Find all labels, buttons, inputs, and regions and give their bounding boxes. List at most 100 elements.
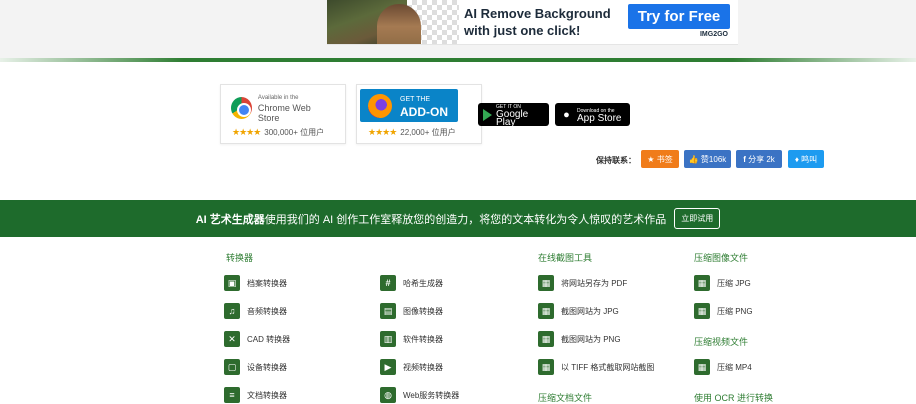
link-label: CAD 转换器 — [247, 334, 291, 344]
link-label: 将网站另存为 PDF — [561, 278, 628, 288]
chrome-rating: ★★★★ 300,000+ 位用户 — [232, 127, 324, 138]
file-icon: ▦ — [694, 359, 710, 375]
firefox-addon-card[interactable]: GET THE ADD-ON ★★★★ 22,000+ 位用户 — [356, 84, 482, 144]
firefox-user-count: 22,000+ 位用户 — [400, 128, 456, 137]
twitter-label: 鸣叫 — [801, 154, 818, 164]
music-icon: ♫ — [224, 303, 240, 319]
section-title-converters: 转换器 — [226, 253, 254, 263]
link-image-converter[interactable]: ▤ 图像转换器 — [380, 303, 443, 319]
link-label: 图像转换器 — [403, 306, 443, 316]
like-button[interactable]: 👍 赞106k — [684, 150, 731, 168]
app-store-name: App Store — [577, 112, 622, 124]
link-website-to-tiff[interactable]: ▦ 以 TIFF 格式截取网站截图 — [538, 359, 654, 375]
firefox-icon — [368, 93, 392, 118]
link-software-converter[interactable]: ▥ 软件转换器 — [380, 331, 443, 347]
twitter-button[interactable]: ♦ 鸣叫 — [788, 150, 824, 168]
cad-icon: ✕ — [224, 331, 240, 347]
image-icon: ▤ — [380, 303, 396, 319]
globe-icon: ◍ — [380, 387, 396, 403]
promo-text: 使用我们的 AI 创作工作室释放您的创造力，将您的文本转化为令人惊叹的艺术作品 — [264, 213, 667, 226]
link-document-converter[interactable]: ≡ 文档转换器 — [224, 387, 287, 403]
link-audio-converter[interactable]: ♫ 音频转换器 — [224, 303, 287, 319]
link-cad-converter[interactable]: ✕ CAD 转换器 — [224, 331, 290, 347]
apple-icon: ● — [563, 108, 570, 121]
ai-art-promo-bar: AI 艺术生成器 使用我们的 AI 创作工作室释放您的创造力，将您的文本转化为令人… — [0, 200, 916, 237]
star-icon: ★ — [647, 154, 655, 164]
file-icon: ▦ — [694, 303, 710, 319]
chrome-badge-name: Chrome Web Store — [257, 103, 311, 123]
facebook-share-label: 分享 2k — [748, 154, 775, 164]
link-label: 文档转换器 — [247, 390, 287, 400]
google-play-badge[interactable]: GET IT ON Google Play — [478, 103, 549, 128]
firefox-rating: ★★★★ 22,000+ 位用户 — [368, 127, 456, 138]
link-label: 哈希生成器 — [403, 278, 443, 288]
link-device-converter[interactable]: ▢ 设备转换器 — [224, 359, 287, 375]
section-title-compress-videos: 压缩视频文件 — [694, 337, 749, 347]
link-compress-png[interactable]: ▦ 压缩 PNG — [694, 303, 753, 319]
link-label: 以 TIFF 格式截取网站截图 — [561, 362, 655, 372]
link-label: 压缩 JPG — [717, 278, 751, 288]
link-video-converter[interactable]: ▶ 视频转换器 — [380, 359, 443, 375]
google-play-name: Google Play — [496, 108, 529, 128]
chrome-badge-small: Available in the — [257, 95, 299, 101]
link-label: 截图网站为 JPG — [561, 306, 619, 316]
section-title-screenshot-tools: 在线截图工具 — [538, 253, 593, 263]
link-label: 音频转换器 — [247, 306, 287, 316]
like-label: 赞106k — [700, 154, 727, 164]
divider — [0, 58, 916, 62]
section-title-ocr: 使用 OCR 进行转换 — [694, 393, 774, 403]
link-label: 视频转换器 — [403, 362, 443, 372]
archive-icon: ▣ — [224, 275, 240, 291]
link-label: 档案转换器 — [247, 278, 287, 288]
star-rating-icon: ★★★★ — [232, 127, 261, 137]
section-title-compress-documents: 压缩文档文件 — [538, 393, 593, 403]
ad-try-free-button[interactable]: Try for Free — [628, 4, 730, 29]
link-label: 截图网站为 PNG — [561, 334, 621, 344]
ad-headline: AI Remove Background with just one click… — [464, 6, 611, 38]
link-compress-mp4[interactable]: ▦ 压缩 MP4 — [694, 359, 752, 375]
twitter-icon: ♦ — [794, 154, 799, 164]
file-icon: ▦ — [538, 275, 554, 291]
chrome-icon — [231, 97, 252, 119]
file-icon: ▦ — [538, 303, 554, 319]
facebook-share-button[interactable]: f 分享 2k — [736, 150, 782, 168]
link-hash-generator[interactable]: # 哈希生成器 — [380, 275, 443, 291]
link-website-to-png[interactable]: ▦ 截图网站为 PNG — [538, 331, 621, 347]
app-store-badge[interactable]: ● Download on the App Store — [555, 103, 630, 126]
link-label: 设备转换器 — [247, 362, 287, 372]
thumbs-up-icon: 👍 — [688, 154, 699, 164]
video-icon: ▶ — [380, 359, 396, 375]
ad-image — [327, 0, 459, 44]
link-compress-jpg[interactable]: ▦ 压缩 JPG — [694, 275, 751, 291]
file-icon: ▦ — [694, 275, 710, 291]
file-icon: ▦ — [538, 331, 554, 347]
ad-logo: IMG2GO — [699, 31, 728, 38]
chrome-store-card[interactable]: Available in the Chrome Web Store ★★★★ 30… — [220, 84, 346, 144]
section-title-compress-images: 压缩图像文件 — [694, 253, 749, 263]
firefox-badge-small: GET THE — [400, 95, 431, 103]
link-label: Web服务转换器 — [403, 390, 460, 400]
link-web-service-converter[interactable]: ◍ Web服务转换器 — [380, 387, 459, 403]
star-rating-icon: ★★★★ — [368, 127, 397, 137]
link-archive-converter[interactable]: ▣ 档案转换器 — [224, 275, 287, 291]
facebook-icon: f — [743, 154, 746, 164]
link-website-to-pdf[interactable]: ▦ 将网站另存为 PDF — [538, 275, 627, 291]
firefox-badge-name: ADD-ON — [400, 104, 448, 119]
device-icon: ▢ — [224, 359, 240, 375]
try-now-button[interactable]: 立即试用 — [674, 208, 721, 229]
bookmark-label: 书签 — [656, 154, 673, 164]
google-play-icon — [483, 108, 492, 121]
document-icon: ≡ — [224, 387, 240, 403]
link-label: 压缩 PNG — [717, 306, 753, 316]
link-label: 软件转换器 — [403, 334, 443, 344]
file-icon: ▦ — [538, 359, 554, 375]
link-label: 压缩 MP4 — [717, 362, 752, 372]
ad-banner[interactable]: AI Remove Background with just one click… — [327, 0, 738, 45]
firefox-addon-badge[interactable]: GET THE ADD-ON — [360, 89, 458, 122]
link-website-to-jpg[interactable]: ▦ 截图网站为 JPG — [538, 303, 619, 319]
bookmark-button[interactable]: ★ 书签 — [641, 150, 679, 168]
share-label: 保持联系： — [596, 156, 636, 165]
hash-icon: # — [380, 275, 396, 291]
software-icon: ▥ — [380, 331, 396, 347]
chrome-store-badge[interactable]: Available in the Chrome Web Store — [231, 95, 331, 123]
